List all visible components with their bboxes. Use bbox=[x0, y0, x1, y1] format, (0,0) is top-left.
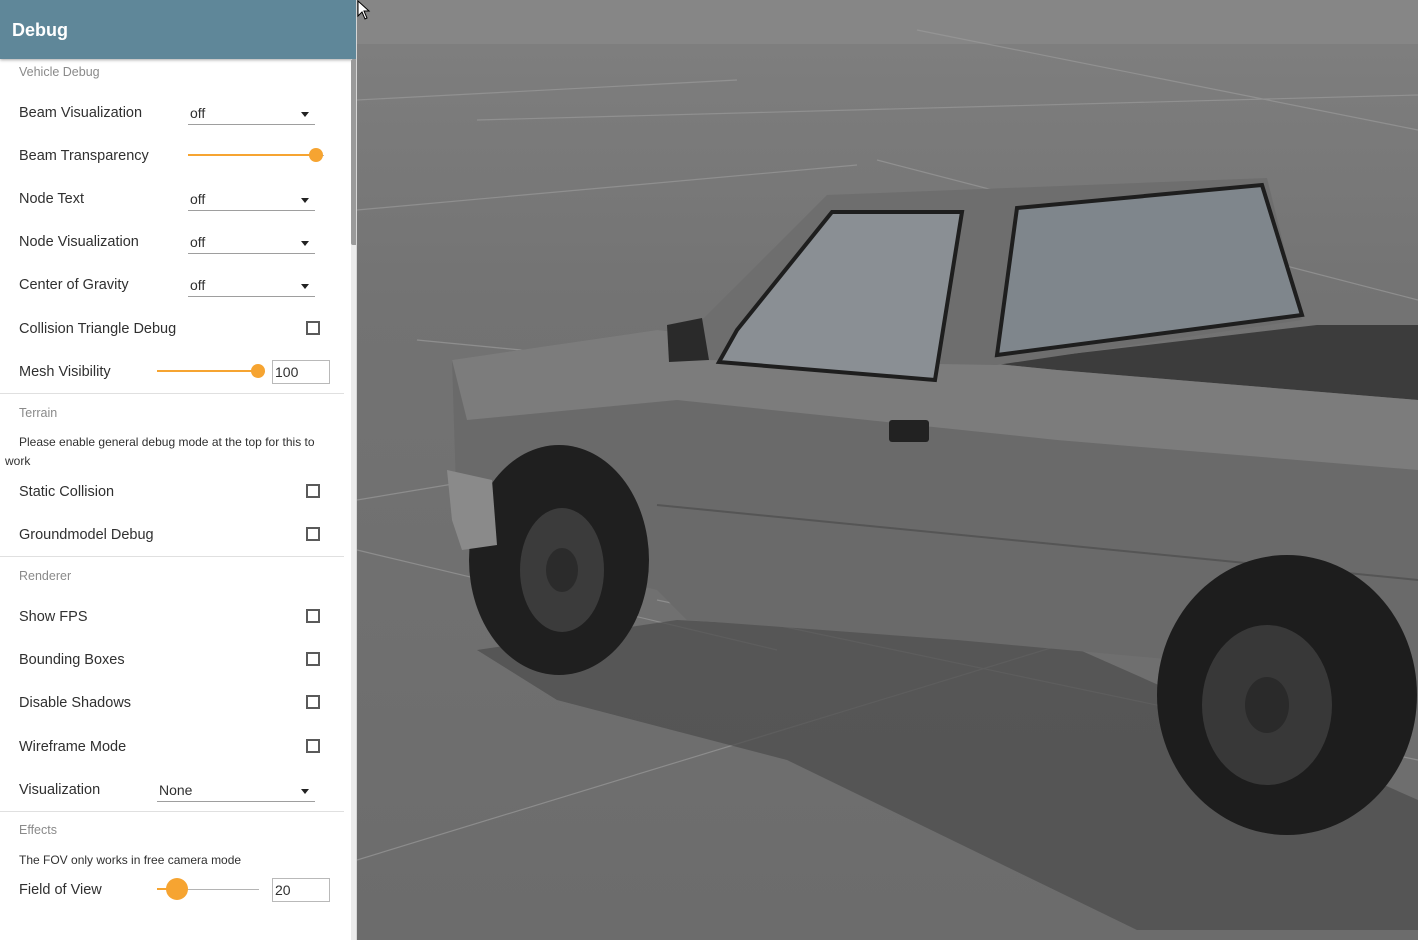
field-of-view-label: Field of View bbox=[19, 882, 102, 898]
chevron-down-icon bbox=[301, 241, 309, 246]
static-collision-label: Static Collision bbox=[19, 484, 115, 500]
slider-fill bbox=[157, 370, 258, 372]
slider-thumb[interactable] bbox=[166, 878, 188, 900]
beam-transparency-label: Beam Transparency bbox=[19, 148, 149, 164]
chevron-down-icon bbox=[301, 284, 309, 289]
mouse-cursor-icon bbox=[357, 0, 371, 20]
bounding-boxes-label: Bounding Boxes bbox=[19, 652, 125, 668]
vehicle-scene bbox=[357, 29, 1418, 930]
mesh-visibility-slider[interactable] bbox=[157, 363, 265, 381]
center-of-gravity-label: Center of Gravity bbox=[19, 277, 129, 293]
mesh-visibility-input[interactable]: 100 bbox=[272, 360, 330, 384]
chevron-down-icon bbox=[301, 198, 309, 203]
center-of-gravity-value: off bbox=[190, 277, 206, 293]
effects-note: The FOV only works in free camera mode bbox=[19, 853, 242, 867]
chevron-down-icon bbox=[301, 789, 309, 794]
node-visualization-label: Node Visualization bbox=[19, 234, 139, 250]
beam-visualization-select[interactable]: off bbox=[188, 103, 315, 125]
groundmodel-debug-label: Groundmodel Debug bbox=[19, 527, 154, 543]
node-text-label: Node Text bbox=[19, 191, 85, 207]
node-text-value: off bbox=[190, 191, 206, 207]
static-collision-checkbox[interactable] bbox=[306, 484, 320, 498]
collision-triangle-debug-label: Collision Triangle Debug bbox=[19, 321, 177, 337]
show-fps-checkbox[interactable] bbox=[306, 609, 320, 623]
mesh-visibility-label: Mesh Visibility bbox=[19, 364, 111, 380]
collision-triangle-debug-checkbox[interactable] bbox=[306, 321, 320, 335]
section-divider bbox=[0, 556, 344, 557]
section-title-vehicle-debug: Vehicle Debug bbox=[19, 65, 100, 79]
wireframe-mode-checkbox[interactable] bbox=[306, 739, 320, 753]
bounding-boxes-checkbox[interactable] bbox=[306, 652, 320, 666]
visualization-label: Visualization bbox=[19, 782, 101, 798]
beam-transparency-slider[interactable] bbox=[188, 147, 324, 165]
3d-viewport[interactable] bbox=[357, 0, 1418, 940]
terrain-note: Please enable general debug mode at the … bbox=[5, 435, 315, 468]
node-visualization-select[interactable]: off bbox=[188, 232, 315, 254]
groundmodel-debug-checkbox[interactable] bbox=[306, 527, 320, 541]
visualization-value: None bbox=[159, 782, 193, 798]
panel-title: Debug bbox=[12, 20, 68, 40]
field-of-view-slider[interactable] bbox=[157, 878, 259, 900]
center-of-gravity-select[interactable]: off bbox=[188, 275, 315, 297]
panel-header: Debug bbox=[0, 0, 356, 59]
show-fps-label: Show FPS bbox=[19, 609, 88, 625]
node-text-select[interactable]: off bbox=[188, 189, 315, 211]
panel-scrollbar[interactable] bbox=[351, 59, 356, 940]
scrollbar-thumb[interactable] bbox=[351, 59, 356, 245]
debug-panel: Debug Vehicle Debug Beam Visualization o… bbox=[0, 0, 357, 940]
section-divider bbox=[0, 811, 344, 812]
wireframe-mode-label: Wireframe Mode bbox=[19, 739, 127, 755]
beam-visualization-label: Beam Visualization bbox=[19, 105, 143, 121]
slider-fill bbox=[188, 154, 316, 156]
section-title-renderer: Renderer bbox=[19, 569, 72, 583]
beam-visualization-value: off bbox=[190, 105, 206, 121]
slider-thumb[interactable] bbox=[309, 148, 323, 162]
disable-shadows-label: Disable Shadows bbox=[19, 695, 132, 711]
chevron-down-icon bbox=[301, 112, 309, 117]
field-of-view-input[interactable]: 20 bbox=[272, 878, 330, 902]
disable-shadows-checkbox[interactable] bbox=[306, 695, 320, 709]
section-divider bbox=[0, 393, 344, 394]
node-visualization-value: off bbox=[190, 234, 206, 250]
section-title-effects: Effects bbox=[19, 823, 57, 837]
visualization-select[interactable]: None bbox=[157, 780, 315, 802]
section-title-terrain: Terrain bbox=[19, 406, 58, 420]
slider-thumb[interactable] bbox=[251, 364, 265, 378]
